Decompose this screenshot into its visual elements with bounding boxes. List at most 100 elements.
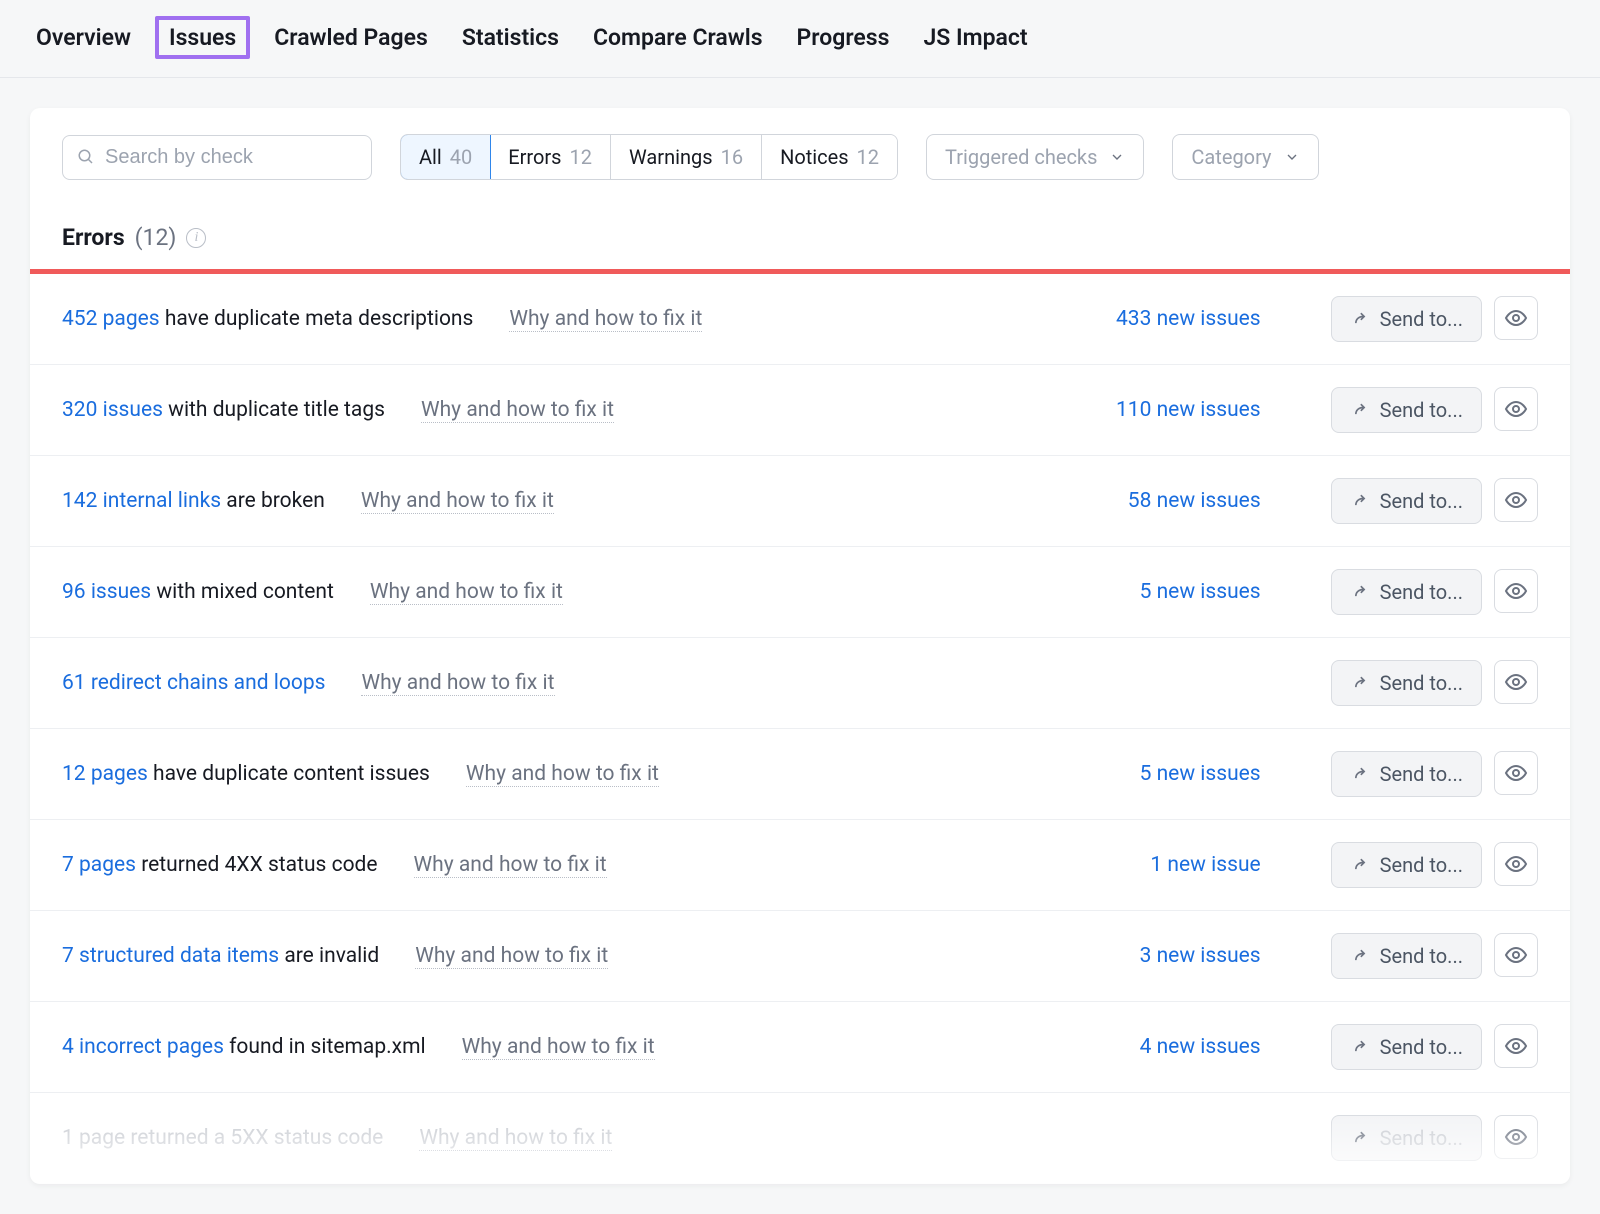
eye-icon — [1504, 397, 1528, 421]
share-arrow-icon — [1350, 946, 1370, 966]
issue-link[interactable]: 1 page — [62, 1126, 125, 1150]
filter-errors[interactable]: Errors12 — [490, 135, 611, 179]
issue-row: 96 issues with mixed contentWhy and how … — [30, 547, 1570, 638]
why-and-how-link[interactable]: Why and how to fix it — [361, 489, 554, 514]
send-to-label: Send to... — [1380, 671, 1463, 695]
view-button[interactable] — [1494, 296, 1538, 340]
why-and-how-link[interactable]: Why and how to fix it — [370, 580, 563, 605]
issue-link[interactable]: 96 issues — [62, 580, 151, 604]
why-and-how-link[interactable]: Why and how to fix it — [509, 307, 702, 332]
eye-icon — [1504, 852, 1528, 876]
issues-list: 452 pages have duplicate meta descriptio… — [30, 274, 1570, 1184]
issues-panel: All40Errors12Warnings16Notices12 Trigger… — [30, 108, 1570, 1184]
why-and-how-link[interactable]: Why and how to fix it — [462, 1035, 655, 1060]
info-icon[interactable]: i — [186, 228, 206, 248]
filter-notices[interactable]: Notices12 — [762, 135, 897, 179]
new-issues-link[interactable]: 110 new issues — [1041, 398, 1261, 422]
row-actions: Send to... — [1331, 1115, 1538, 1161]
tab-issues[interactable]: Issues — [155, 16, 250, 59]
row-actions: Send to... — [1331, 387, 1538, 433]
tab-statistics[interactable]: Statistics — [456, 20, 565, 55]
chevron-down-icon — [1109, 149, 1125, 165]
issue-text: 4 incorrect pages found in sitemap.xml — [62, 1035, 426, 1059]
issue-row: 7 structured data items are invalid Why a… — [30, 911, 1570, 1002]
view-button[interactable] — [1494, 933, 1538, 977]
why-and-how-link[interactable]: Why and how to fix it — [415, 944, 608, 969]
new-issues-link[interactable]: 1 new issue — [1041, 853, 1261, 877]
tab-compare-crawls[interactable]: Compare Crawls — [587, 20, 769, 55]
new-issues-link[interactable]: 433 new issues — [1041, 307, 1261, 331]
why-and-how-link[interactable]: Why and how to fix it — [361, 671, 554, 696]
send-to-button[interactable]: Send to... — [1331, 842, 1482, 888]
send-to-label: Send to... — [1380, 489, 1463, 513]
search-input[interactable] — [105, 146, 357, 169]
issue-link[interactable]: 12 pages — [62, 762, 148, 786]
tab-js-impact[interactable]: JS Impact — [917, 20, 1033, 55]
issue-link[interactable]: 7 pages — [62, 853, 136, 877]
issue-link[interactable]: 4 incorrect pages — [62, 1035, 224, 1059]
send-to-button[interactable]: Send to... — [1331, 478, 1482, 524]
issue-link[interactable]: 7 structured data items — [62, 944, 279, 968]
view-button[interactable] — [1494, 1024, 1538, 1068]
eye-icon — [1504, 306, 1528, 330]
eye-icon — [1504, 1125, 1528, 1149]
view-button[interactable] — [1494, 660, 1538, 704]
send-to-button[interactable]: Send to... — [1331, 1115, 1482, 1161]
view-button[interactable] — [1494, 1115, 1538, 1159]
send-to-button[interactable]: Send to... — [1331, 296, 1482, 342]
filter-warnings[interactable]: Warnings16 — [611, 135, 762, 179]
new-issues-link[interactable]: 4 new issues — [1041, 1035, 1261, 1059]
send-to-button[interactable]: Send to... — [1331, 660, 1482, 706]
issue-row: 4 incorrect pages found in sitemap.xml Wh… — [30, 1002, 1570, 1093]
tab-progress[interactable]: Progress — [791, 20, 896, 55]
view-button[interactable] — [1494, 387, 1538, 431]
search-icon — [77, 147, 95, 167]
view-button[interactable] — [1494, 569, 1538, 613]
issue-link[interactable]: 142 internal links — [62, 489, 221, 513]
issue-description: 7 pages returned 4XX status code Why and … — [62, 853, 1021, 878]
share-arrow-icon — [1350, 582, 1370, 602]
issue-rest: are invalid — [279, 944, 379, 968]
issue-description: 7 structured data items are invalid Why a… — [62, 944, 1021, 969]
issue-rest: returned 4XX status code — [136, 853, 378, 877]
why-and-how-link[interactable]: Why and how to fix it — [466, 762, 659, 787]
issue-link[interactable]: 320 issues — [62, 398, 163, 422]
share-arrow-icon — [1350, 1037, 1370, 1057]
issue-row: 7 pages returned 4XX status code Why and … — [30, 820, 1570, 911]
search-field-wrap[interactable] — [62, 135, 372, 180]
view-button[interactable] — [1494, 478, 1538, 522]
send-to-button[interactable]: Send to... — [1331, 933, 1482, 979]
new-issues-link[interactable]: 3 new issues — [1041, 944, 1261, 968]
issue-description: 61 redirect chains and loops Why and how … — [62, 671, 1021, 696]
issue-description: 96 issues with mixed contentWhy and how … — [62, 580, 1021, 605]
issue-rest: with duplicate title tags — [163, 398, 385, 422]
triggered-checks-dropdown[interactable]: Triggered checks — [926, 134, 1144, 180]
category-label: Category — [1191, 145, 1271, 169]
send-to-button[interactable]: Send to... — [1331, 751, 1482, 797]
send-to-button[interactable]: Send to... — [1331, 387, 1482, 433]
send-to-label: Send to... — [1380, 398, 1463, 422]
top-tabs: Overview Issues Crawled Pages Statistics Com… — [0, 0, 1600, 78]
category-dropdown[interactable]: Category — [1172, 134, 1318, 180]
why-and-how-link[interactable]: Why and how to fix it — [421, 398, 614, 423]
new-issues-link[interactable]: 5 new issues — [1041, 762, 1261, 786]
new-issues-link[interactable]: 5 new issues — [1041, 580, 1261, 604]
send-to-button[interactable]: Send to... — [1331, 1024, 1482, 1070]
issue-link[interactable]: 61 redirect chains and loops — [62, 671, 325, 695]
chevron-down-icon — [1284, 149, 1300, 165]
share-arrow-icon — [1350, 764, 1370, 784]
why-and-how-link[interactable]: Why and how to fix it — [419, 1126, 612, 1151]
issue-link[interactable]: 452 pages — [62, 307, 160, 331]
issue-rest: have duplicate meta descriptions — [160, 307, 474, 331]
tab-overview[interactable]: Overview — [30, 20, 137, 55]
send-to-button[interactable]: Send to... — [1331, 569, 1482, 615]
view-button[interactable] — [1494, 751, 1538, 795]
new-issues-link[interactable]: 58 new issues — [1041, 489, 1261, 513]
why-and-how-link[interactable]: Why and how to fix it — [414, 853, 607, 878]
view-button[interactable] — [1494, 842, 1538, 886]
filter-count: 40 — [450, 145, 472, 169]
section-title-text: Errors — [62, 224, 125, 251]
tab-crawled-pages[interactable]: Crawled Pages — [268, 20, 434, 55]
filter-all[interactable]: All40 — [400, 134, 491, 180]
eye-icon — [1504, 761, 1528, 785]
